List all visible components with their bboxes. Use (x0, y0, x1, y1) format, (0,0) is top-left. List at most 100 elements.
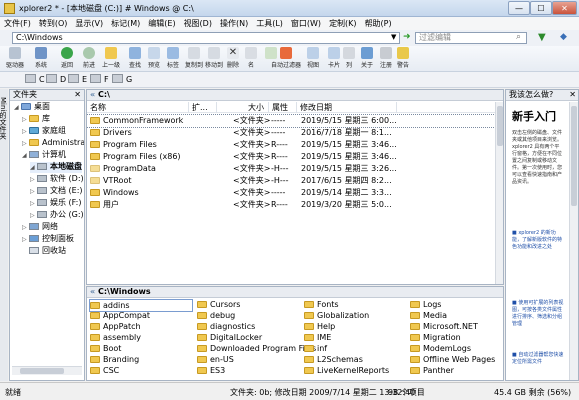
expand-icon[interactable]: ▷ (30, 199, 37, 209)
preview-link-3[interactable]: ■ 自动过滤器帮您快速定位所需文件 (512, 352, 564, 366)
expand-icon[interactable]: ▷ (30, 211, 37, 221)
expand-icon[interactable]: ▷ (22, 127, 29, 137)
menu-edit[interactable]: 编辑(E) (144, 17, 179, 30)
list-item[interactable]: Boot (90, 343, 121, 354)
menu-action[interactable]: 操作(N) (216, 17, 252, 30)
menu-file[interactable]: 文件(F) (0, 17, 35, 30)
list-item[interactable]: Logs (410, 299, 441, 310)
tree-item-drive-c[interactable]: ◢ 本地磁盘 (30, 162, 82, 173)
table-row[interactable]: VTRoot <文件夹> -H--- 2017/6/15 星期四 8:2... (87, 175, 495, 187)
preview-close-icon[interactable]: ✕ (569, 90, 576, 100)
tree-item-drive-e[interactable]: ▷ 文档 (E:) (30, 186, 83, 197)
expand-icon[interactable]: ▷ (30, 187, 37, 197)
tree-item-recycle-bin[interactable]: 回收站 (22, 246, 66, 256)
collapse-icon[interactable]: ◢ (22, 151, 29, 161)
list-item[interactable]: assembly (90, 332, 141, 343)
list-item[interactable]: IME (304, 332, 331, 343)
table-row[interactable]: Drivers <文件夹> ----- 2016/7/18 星期一 8:1... (87, 127, 495, 139)
list-item[interactable]: ES3 (197, 365, 225, 376)
list-item[interactable]: Microsoft.NET (410, 321, 478, 332)
drive-g[interactable]: G (112, 74, 132, 84)
menu-view[interactable]: 视图(D) (180, 17, 216, 30)
table-row[interactable]: Program Files <文件夹> R---- 2019/5/15 星期三 3:4… (87, 139, 495, 151)
warning-button[interactable]: 警告 (390, 47, 416, 69)
column-ext[interactable]: 扩... (189, 102, 217, 113)
menu-show[interactable]: 显示(V) (71, 17, 107, 30)
tree-item-network[interactable]: ▷ 网络 (22, 222, 58, 233)
list-item[interactable]: diagnostics (197, 321, 255, 332)
tab-arrow-icon[interactable]: « (90, 90, 95, 99)
expand-icon[interactable]: ▷ (22, 223, 29, 233)
tree-item-control-panel[interactable]: ▷ 控制面板 (22, 234, 74, 245)
tab-arrow-icon[interactable]: « (90, 287, 95, 296)
list-item[interactable]: Downloaded Program Files (197, 343, 316, 354)
table-row[interactable]: Windows <文件夹> ----- 2019/5/14 星期二 3:3... (87, 187, 495, 199)
menu-window[interactable]: 窗口(W) (287, 17, 325, 30)
preview-link-1[interactable]: ■ xplorer2 的新功能，了解新版软件的特色功能和改进之处 (512, 230, 564, 251)
list-item[interactable]: AppCompat (90, 310, 150, 321)
table-row[interactable]: Program Files (x86) <文件夹> R---- 2019/5/15 星… (87, 151, 495, 163)
list-item[interactable]: Migration (410, 332, 461, 343)
tree-item-desktop[interactable]: ◢ 桌面 (14, 102, 50, 113)
tree-close-icon[interactable]: ✕ (74, 90, 81, 100)
go-arrow-icon[interactable]: ➜ (403, 32, 413, 43)
list-item[interactable]: LiveKernelReports (304, 365, 389, 376)
list-item[interactable]: CSC (90, 365, 119, 376)
list-item[interactable]: Globalization (304, 310, 369, 321)
menu-help[interactable]: 帮助(P) (361, 17, 396, 30)
menu-customize[interactable]: 定制(K) (325, 17, 361, 30)
tree-item-drive-g[interactable]: ▷ 办公 (G:) (30, 210, 84, 221)
minimize-button[interactable]: — (508, 1, 530, 15)
expand-icon[interactable]: ◢ (30, 163, 37, 173)
up-button[interactable]: 上一级 (98, 47, 124, 69)
auto-filter-button[interactable]: 自动过滤器 (268, 47, 304, 69)
top-pane-scroll-thumb[interactable] (497, 106, 503, 146)
collapse-icon[interactable]: ◢ (14, 103, 21, 113)
drives-button[interactable]: 驱动器 (2, 47, 28, 69)
list-item[interactable]: L2Schemas (304, 354, 363, 365)
filter-options-icon[interactable]: ◆ (560, 32, 567, 42)
column-name[interactable]: 名称 (87, 102, 189, 113)
tree-item-drive-d[interactable]: ▷ 软件 (D:) (30, 174, 84, 185)
list-item[interactable]: Panther (410, 365, 454, 376)
filter-input[interactable]: 过滤编辑 (415, 32, 527, 44)
expand-icon[interactable]: ▷ (22, 235, 29, 245)
tree-item-computer[interactable]: ◢ 计算机 (22, 150, 66, 161)
maximize-button[interactable]: ☐ (530, 1, 552, 15)
filter-funnel-icon[interactable]: ▼ (538, 32, 546, 43)
drive-c[interactable]: C (25, 74, 45, 84)
list-item[interactable]: DigitalLocker (197, 332, 262, 343)
close-button[interactable]: ✕ (552, 1, 577, 15)
list-item[interactable]: debug (197, 310, 235, 321)
list-item[interactable]: Cursors (197, 299, 240, 310)
address-dropdown-icon[interactable]: ▼ (391, 33, 396, 41)
tree-item-library[interactable]: ▷ 库 (22, 114, 50, 125)
tree-item-homegroup[interactable]: ▷ 家庭组 (22, 126, 66, 137)
menu-goto[interactable]: 转到(O) (35, 17, 72, 30)
side-tab-favorites[interactable]: Mini的文件夹 (0, 97, 8, 139)
column-date[interactable]: 修改日期 (297, 102, 397, 113)
menu-mark[interactable]: 标记(M) (107, 17, 144, 30)
column-size[interactable]: 大小 (217, 102, 269, 113)
table-row[interactable]: CommonFramework <文件夹> ----- 2019/5/15 星期三 6… (87, 114, 496, 128)
list-item[interactable]: Help (304, 321, 335, 332)
tree-hscroll-thumb[interactable] (20, 368, 64, 374)
search-icon[interactable]: ⌕ (516, 32, 521, 42)
preview-vscrollbar[interactable] (569, 102, 578, 380)
tree-item-drive-f[interactable]: ▷ 娱乐 (F:) (30, 198, 81, 209)
table-row[interactable]: ProgramData <文件夹> -H--- 2019/5/15 星期三 3:26.… (87, 163, 495, 175)
preview-scroll-thumb[interactable] (571, 106, 577, 206)
preview-link-2[interactable]: ■ 使用可扩展的列表视图，可按各类文件属性进行排序、筛选和分组管理 (512, 300, 564, 328)
tree-item-user[interactable]: ▷ Administrat (22, 138, 84, 149)
list-item[interactable]: AppPatch (90, 321, 141, 332)
list-item[interactable]: Fonts (304, 299, 339, 310)
drive-f[interactable]: F (90, 74, 109, 84)
top-pane-vscrollbar[interactable] (495, 102, 503, 284)
column-attr[interactable]: 属性 (269, 102, 297, 113)
expand-icon[interactable]: ▷ (22, 139, 29, 149)
expand-icon[interactable]: ▷ (30, 175, 37, 185)
expand-icon[interactable]: ▷ (22, 115, 29, 125)
list-item[interactable]: en-US (197, 354, 234, 365)
address-input[interactable]: C:\Windows (12, 32, 400, 44)
drive-d[interactable]: D (46, 74, 66, 84)
